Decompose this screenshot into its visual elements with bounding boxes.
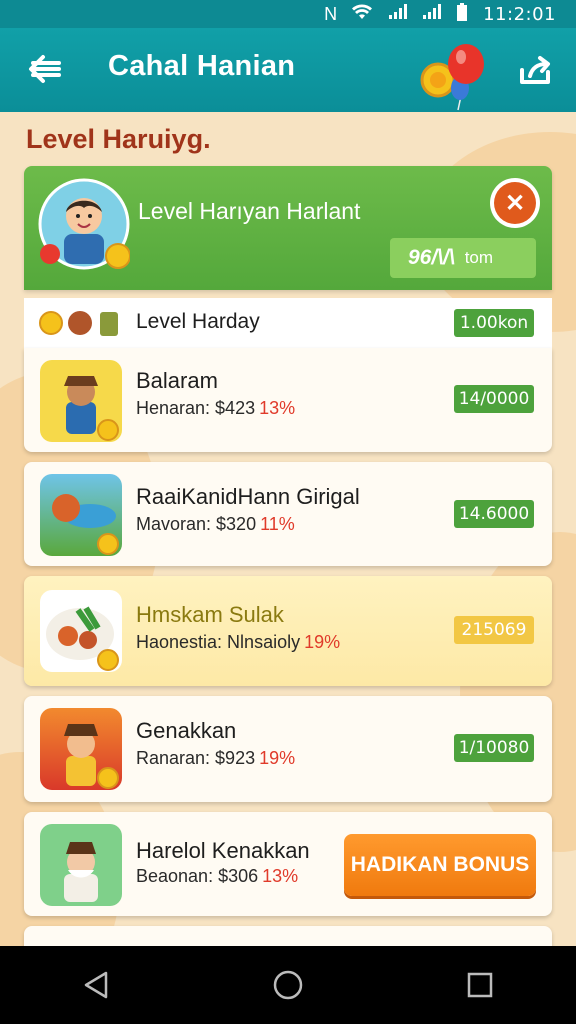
status-bar: N 11:2:01 <box>0 0 576 28</box>
item-subtitle: Beaonan: $306 13% <box>136 866 298 887</box>
level-row[interactable]: Level Harday 1.00kon <box>24 298 552 348</box>
battery-icon <box>455 2 469 27</box>
nav-recents-button[interactable] <box>450 955 510 1015</box>
list-item[interactable]: Genakkan Ranaran: $923 19% 1/10080 <box>24 696 552 802</box>
notification-icon: N <box>324 3 338 24</box>
item-value-badge: 215069 <box>454 616 534 644</box>
item-title: RaaiKanidHann Girigal <box>136 484 360 509</box>
item-percent: 19% <box>259 748 296 768</box>
bonus-button[interactable]: HADIKAN BONUS <box>344 834 536 896</box>
item-subtitle: Mavoran: $320 11% <box>136 514 295 535</box>
item-thumbnail <box>40 474 122 556</box>
item-percent: 13% <box>262 866 299 886</box>
item-amount: Ranaran: $923 <box>136 748 256 768</box>
item-value-badge: 1/10080 <box>454 734 534 762</box>
close-button[interactable]: ✕ <box>490 178 540 228</box>
level-icons <box>38 306 122 340</box>
item-amount: Mavoran: $320 <box>136 514 257 534</box>
item-subtitle: Ranaran: $923 19% <box>136 748 295 769</box>
item-thumbnail <box>40 708 122 790</box>
avatar <box>38 178 131 270</box>
item-value-badge: 14/0000 <box>454 385 534 413</box>
item-subtitle: Haonestia: Nlnsaioly 19% <box>136 632 340 653</box>
app-title: Cahal Hanian <box>108 50 296 82</box>
arrow-left-icon <box>29 55 61 83</box>
level-value-badge: 1.00kon <box>454 309 534 337</box>
item-title: Balaram <box>136 368 218 393</box>
item-thumbnail <box>40 590 122 672</box>
list-item[interactable]: Harelol Kenakkan Beaonan: $306 13% HADIKA… <box>24 812 552 916</box>
navigation-bar <box>0 946 576 1024</box>
item-amount: Haonestia: Nlnsaioly <box>136 632 301 652</box>
list-item[interactable]: Balaram Henaran: $423 13% 14/0000 <box>24 348 552 452</box>
nav-back-button[interactable] <box>66 955 126 1015</box>
nav-home-button[interactable] <box>258 955 318 1015</box>
circle-home-icon <box>273 970 303 1000</box>
item-thumbnail <box>40 824 122 906</box>
back-button[interactable] <box>22 46 68 92</box>
wifi-icon <box>351 3 373 26</box>
level-label: Level Harday <box>136 310 260 333</box>
score-badge: 96/\/\ tom <box>390 238 536 278</box>
item-amount: Beaonan: $306 <box>136 866 259 886</box>
item-amount: Henaran: $423 <box>136 398 256 418</box>
score-unit: tom <box>464 248 494 267</box>
square-recents-icon <box>467 972 493 998</box>
balloon-coins-icon <box>416 36 492 112</box>
list-item-highlighted[interactable]: Hmskam Sulak Haonestia: Nlnsaioly 19% 215… <box>24 576 552 686</box>
score-value: 96/\/\ <box>408 246 455 269</box>
header-card: Level Harıyan Harlant ✕ 96/\/\ tom <box>24 166 552 290</box>
item-percent: 11% <box>260 514 295 534</box>
item-percent: 19% <box>304 632 341 652</box>
item-value-badge: 14.6000 <box>454 500 534 528</box>
share-button[interactable] <box>512 48 558 92</box>
close-icon: ✕ <box>494 182 536 224</box>
item-title: Hmskam Sulak <box>136 602 284 627</box>
item-thumbnail <box>40 360 122 442</box>
coin-icon <box>39 311 63 335</box>
item-title: Genakkan <box>136 718 237 743</box>
list-item[interactable]: RaaiKanidHann Girigal Mavoran: $320 11% 1… <box>24 462 552 566</box>
header-title: Level Harıyan Harlant <box>138 198 361 224</box>
item-subtitle: Henaran: $423 13% <box>136 398 295 419</box>
triangle-back-icon <box>84 971 108 999</box>
bag-icon <box>100 312 118 336</box>
share-icon <box>520 56 550 84</box>
section-title: Level Haruiyg. <box>26 124 211 154</box>
bear-icon <box>68 311 92 335</box>
clock: 11:2:01 <box>483 3 556 25</box>
app-bar: Cahal Hanian <box>0 28 576 112</box>
signal-icon <box>387 3 408 26</box>
signal-icon-2 <box>421 3 442 26</box>
item-percent: 13% <box>259 398 296 418</box>
item-title: Harelol Kenakkan <box>136 838 310 863</box>
